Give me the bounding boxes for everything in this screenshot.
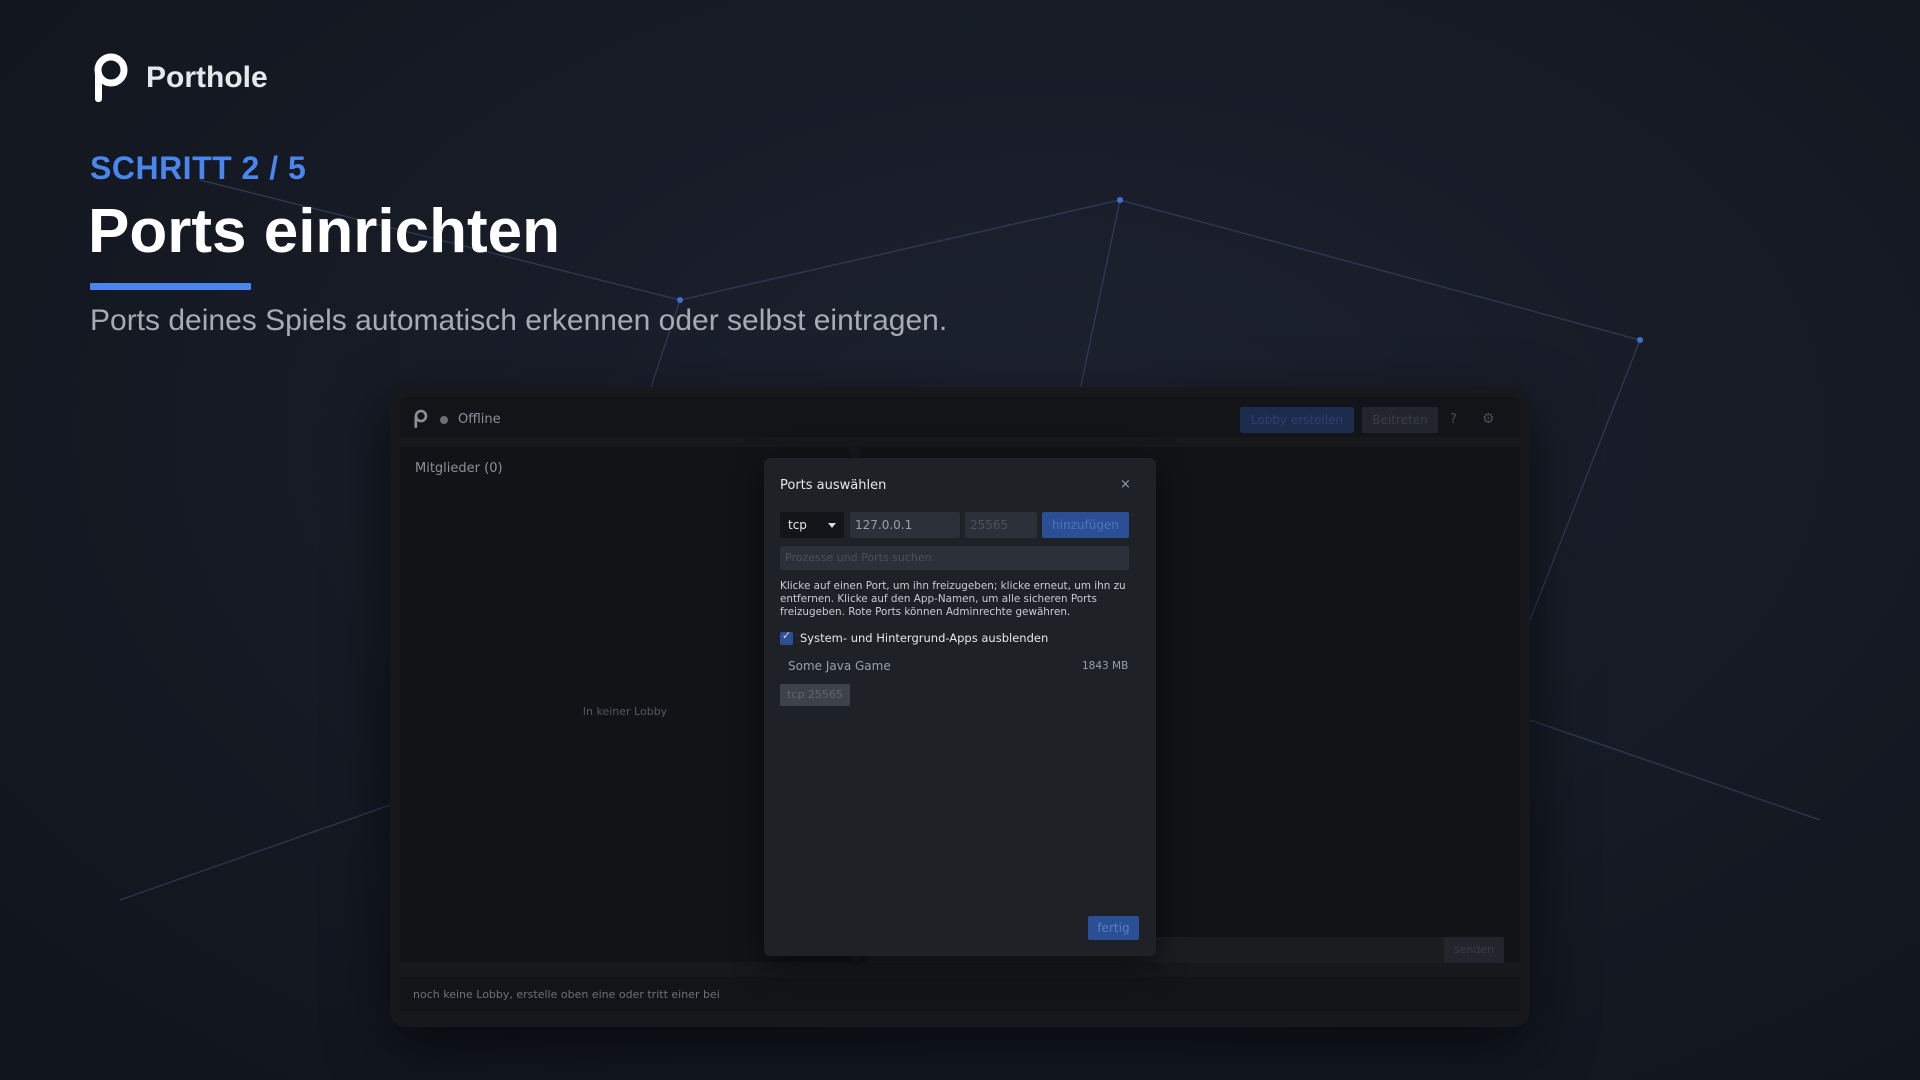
page-title: Ports einrichten <box>88 197 560 266</box>
hide-system-apps-toggle[interactable]: ✓ System- und Hintergrund-Apps ausblende… <box>780 628 1049 645</box>
help-button[interactable]: ? <box>1450 412 1457 427</box>
gear-icon[interactable]: ⚙ <box>1482 411 1495 427</box>
title-underline <box>90 283 251 290</box>
check-icon: ✓ <box>781 628 792 642</box>
dialog-title: Ports auswählen <box>780 478 887 493</box>
protocol-select[interactable]: tcp <box>780 512 844 538</box>
port-placeholder: 25565 <box>970 518 1009 532</box>
brand-name: Porthole <box>146 61 268 94</box>
done-label: fertig <box>1097 921 1130 935</box>
connection-status: Offline <box>458 412 501 427</box>
join-lobby-button[interactable]: Beitreten <box>1362 407 1438 433</box>
status-dot <box>440 416 448 424</box>
add-port-label: hinzufügen <box>1052 518 1119 532</box>
chevron-down-icon <box>828 523 836 528</box>
porthole-logo-icon <box>94 53 128 102</box>
process-name[interactable]: Some Java Game <box>788 659 891 673</box>
add-port-button[interactable]: hinzufügen <box>1042 512 1129 538</box>
app-logo-icon <box>414 409 428 428</box>
port-chip-label: tcp 25565 <box>787 688 843 701</box>
members-title: Mitglieder (0) <box>415 461 503 476</box>
send-button[interactable]: senden <box>1444 937 1504 963</box>
step-indicator: SCHRITT 2 / 5 <box>90 150 307 186</box>
dialog-help-text: Klicke auf einen Port, um ihn freizugebe… <box>780 580 1126 618</box>
status-footer: noch keine Lobby, erstelle oben eine ode… <box>400 977 1520 1011</box>
protocol-value: tcp <box>788 518 807 532</box>
ports-dialog: Ports auswählen × tcp 127.0.0.1 25565 hi… <box>764 458 1156 956</box>
close-icon[interactable]: × <box>1120 477 1131 492</box>
hide-system-label: System- und Hintergrund-Apps ausblenden <box>800 631 1049 645</box>
search-input[interactable]: Prozesse und Ports suchen <box>780 546 1129 570</box>
ip-value: 127.0.0.1 <box>855 518 913 532</box>
page-subtitle: Ports deines Spiels automatisch erkennen… <box>90 304 948 337</box>
search-placeholder: Prozesse und Ports suchen <box>785 551 932 564</box>
ip-input[interactable]: 127.0.0.1 <box>850 512 960 538</box>
footer-status-text: noch keine Lobby, erstelle oben eine ode… <box>413 988 720 1001</box>
port-input[interactable]: 25565 <box>965 512 1037 538</box>
done-button[interactable]: fertig <box>1088 916 1139 940</box>
create-lobby-button[interactable]: Lobby erstellen <box>1240 407 1354 433</box>
brand: Porthole <box>90 52 268 104</box>
hide-system-checkbox[interactable]: ✓ <box>780 628 793 645</box>
process-memory: 1843 MB <box>1082 660 1129 672</box>
port-chip[interactable]: tcp 25565 <box>780 684 850 706</box>
